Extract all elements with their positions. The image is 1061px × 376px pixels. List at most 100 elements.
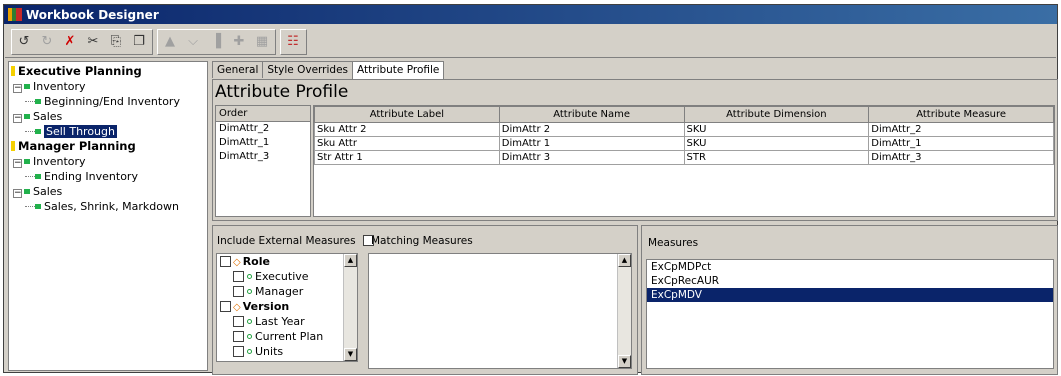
collapse-icon[interactable]: − — [13, 84, 22, 93]
list-item[interactable]: Units — [217, 344, 357, 359]
table-cell[interactable]: DimAttr_2 — [868, 122, 1054, 137]
move-up-icon[interactable]: ▲ — [159, 31, 181, 53]
table-cell[interactable]: SKU — [683, 136, 870, 151]
tree-connector — [25, 131, 35, 132]
table-cell[interactable]: DimAttr_1 — [868, 136, 1054, 151]
collapse-icon[interactable]: − — [13, 159, 22, 168]
table-cell[interactable]: Sku Attr 2 — [314, 122, 500, 137]
checkbox[interactable] — [220, 256, 231, 267]
list-item[interactable]: ◇ Version — [217, 299, 357, 314]
scroll-down-icon[interactable]: ▼ — [344, 348, 357, 361]
tree-node-label: Manager Planning — [18, 139, 136, 153]
collapse-icon[interactable]: − — [13, 189, 22, 198]
tree-node-label: Inventory — [33, 155, 86, 168]
dim-label: Version — [242, 300, 290, 313]
checkbox[interactable] — [233, 346, 244, 357]
tree-node-beginning-end-inventory[interactable]: Beginning/End Inventory — [11, 94, 207, 109]
checkbox[interactable] — [233, 316, 244, 327]
scroll-down-icon[interactable]: ▼ — [618, 355, 631, 368]
tree-node-label: Sell Through — [44, 125, 117, 138]
matching-measures-list[interactable]: ▲ ▼ — [368, 253, 632, 369]
tab-attribute-profile[interactable]: Attribute Profile — [352, 61, 445, 80]
matching-measures-label: Matching Measures — [371, 235, 473, 247]
list-item[interactable]: Current Plan — [217, 329, 357, 344]
member-icon — [247, 349, 252, 354]
table-cell[interactable]: STR — [683, 150, 870, 165]
list-item[interactable]: Last Year — [217, 314, 357, 329]
tree-node-inventory-2[interactable]: − Inventory — [11, 154, 207, 169]
checkbox[interactable] — [220, 301, 231, 312]
table-cell[interactable]: Str Attr 1 — [314, 150, 500, 165]
tree-node-executive-planning[interactable]: Executive Planning — [11, 64, 207, 79]
col-attribute-measure[interactable]: Attribute Measure — [868, 106, 1054, 123]
cut-icon[interactable]: ✂ — [82, 31, 104, 53]
tree-node-label: Sales — [33, 185, 63, 198]
checkbox[interactable] — [233, 271, 244, 282]
order-list[interactable]: Order DimAttr_2 DimAttr_1 DimAttr_3 — [215, 105, 311, 217]
col-attribute-dimension[interactable]: Attribute Dimension — [683, 106, 870, 123]
vertical-scrollbar[interactable]: ▲ ▼ — [617, 254, 631, 368]
table-cell[interactable]: SKU — [683, 122, 870, 137]
tree-node-ending-inventory[interactable]: Ending Inventory — [11, 169, 207, 184]
tree-connector — [25, 101, 35, 102]
tab-style-overrides[interactable]: Style Overrides — [262, 61, 354, 78]
table-row[interactable]: Str Attr 1 DimAttr 3 STR DimAttr_3 — [314, 150, 1054, 165]
collapse-icon[interactable]: − — [13, 114, 22, 123]
list-item[interactable]: Manager — [217, 284, 357, 299]
table-cell[interactable]: DimAttr_3 — [868, 150, 1054, 165]
attribute-grid: Order DimAttr_2 DimAttr_1 DimAttr_3 Attr… — [215, 105, 1055, 220]
window-title: Workbook Designer — [26, 7, 159, 22]
redo-icon[interactable]: ↻ — [36, 31, 58, 53]
tree-node-sales-shrink-markdown[interactable]: Sales, Shrink, Markdown — [11, 199, 207, 214]
add-icon[interactable]: ✚ — [228, 31, 250, 53]
copy-icon[interactable]: ⎘ — [105, 31, 127, 53]
include-external-text: Include External Measures — [217, 235, 356, 247]
table-cell[interactable]: DimAttr 1 — [498, 136, 685, 151]
paste-icon[interactable]: ❐ — [128, 31, 150, 53]
bars-icon[interactable]: ▐ — [205, 31, 227, 53]
tree-node-sales-2[interactable]: − Sales — [11, 184, 207, 199]
table-row[interactable]: Sku Attr DimAttr 1 SKU DimAttr_1 — [314, 136, 1054, 151]
tree-node-sell-through[interactable]: Sell Through — [11, 124, 207, 139]
table-cell[interactable]: DimAttr 2 — [498, 122, 685, 137]
chevron-down-icon[interactable]: ⌵ — [182, 31, 204, 53]
table-cell[interactable]: DimAttr 3 — [498, 150, 685, 165]
tab-strip: General Style Overrides Attribute Profil… — [212, 61, 445, 80]
leaf-icon — [35, 174, 41, 179]
attribute-table: Attribute Label Attribute Name Attribute… — [313, 105, 1055, 217]
diamond-icon: ◇ — [233, 257, 241, 268]
attribute-profile-page: Attribute Profile Order DimAttr_2 DimAtt… — [212, 79, 1058, 221]
col-attribute-label[interactable]: Attribute Label — [314, 106, 500, 123]
scroll-up-icon[interactable]: ▲ — [618, 254, 631, 267]
leaf-icon — [35, 204, 41, 209]
toolbar: ↺ ↻ ✗ ✂ ⎘ ❐ ▲ ⌵ ▐ ✚ ▦ ☷ — [5, 26, 1056, 58]
tree-node-sales[interactable]: − Sales — [11, 109, 207, 124]
order-item[interactable]: DimAttr_1 — [216, 136, 310, 150]
tree-node-inventory[interactable]: − Inventory — [11, 79, 207, 94]
col-attribute-name[interactable]: Attribute Name — [498, 106, 685, 123]
order-item[interactable]: DimAttr_3 — [216, 150, 310, 164]
vertical-scrollbar[interactable]: ▲ ▼ — [343, 254, 357, 361]
checkbox[interactable] — [233, 286, 244, 297]
scroll-up-icon[interactable]: ▲ — [344, 254, 357, 267]
diamond-icon: ◇ — [233, 302, 241, 313]
list-item[interactable]: ExCpMDPct — [647, 260, 1053, 274]
dim-label: Manager — [255, 285, 304, 298]
tab-general[interactable]: General — [212, 61, 264, 78]
workbook-designer-window: Workbook Designer ↺ ↻ ✗ ✂ ⎘ ❐ ▲ ⌵ ▐ ✚ ▦ … — [3, 4, 1058, 375]
list-item[interactable]: ◇ Role — [217, 254, 357, 269]
tree-node-manager-planning[interactable]: Manager Planning — [11, 139, 207, 154]
table-row[interactable]: Sku Attr 2 DimAttr 2 SKU DimAttr_2 — [314, 122, 1054, 137]
list-item-selected[interactable]: ExCpMDV — [647, 288, 1053, 302]
delete-icon[interactable]: ✗ — [59, 31, 81, 53]
chart-icon[interactable]: ☷ — [282, 31, 304, 53]
checkbox[interactable] — [233, 331, 244, 342]
undo-icon[interactable]: ↺ — [13, 31, 35, 53]
list-item[interactable]: ExCpRecAUR — [647, 274, 1053, 288]
order-item[interactable]: DimAttr_2 — [216, 122, 310, 136]
dim-label: Last Year — [255, 315, 305, 328]
grid-icon[interactable]: ▦ — [251, 31, 273, 53]
measures-list[interactable]: ExCpMDPct ExCpRecAUR ExCpMDV — [646, 259, 1054, 369]
list-item[interactable]: Executive — [217, 269, 357, 284]
table-cell[interactable]: Sku Attr — [314, 136, 500, 151]
